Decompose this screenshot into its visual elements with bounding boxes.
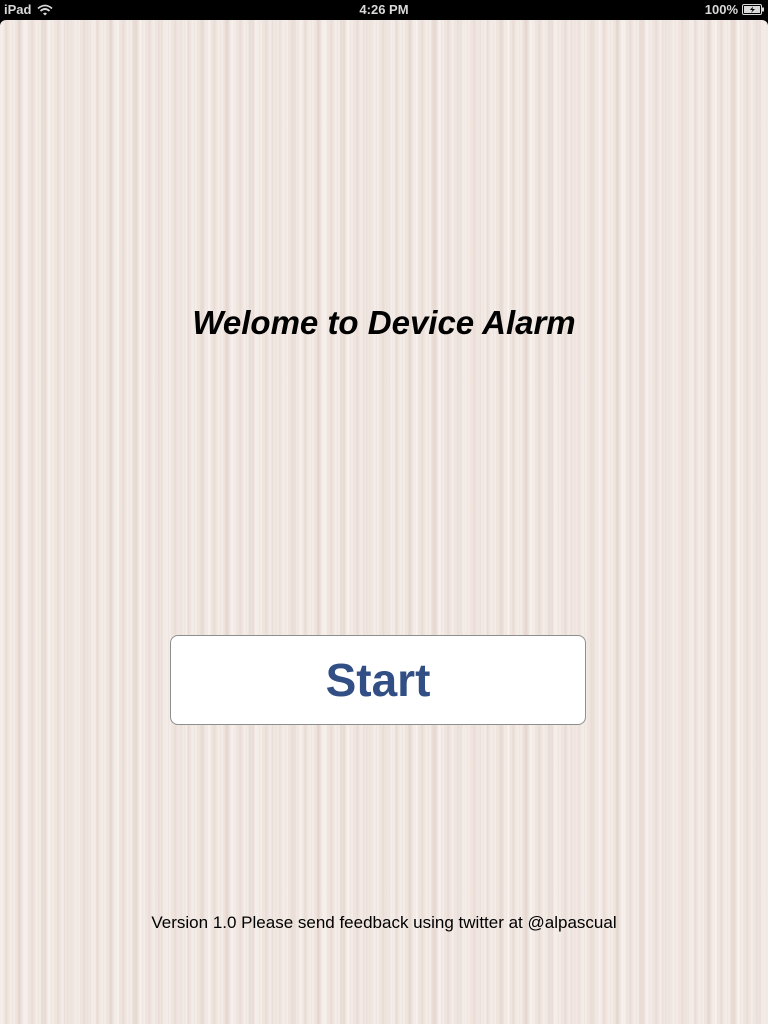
battery-charging-icon bbox=[742, 4, 764, 15]
status-time: 4:26 PM bbox=[359, 2, 409, 17]
start-button[interactable]: Start bbox=[170, 635, 586, 725]
status-right: 100% bbox=[705, 2, 764, 17]
battery-percent: 100% bbox=[704, 2, 738, 17]
app-screen: Welome to Device Alarm Start Version 1.0… bbox=[0, 20, 768, 1024]
version-footer: Version 1.0 Please send feedback using t… bbox=[151, 913, 617, 932]
welcome-title: Welome to Device Alarm bbox=[192, 304, 576, 341]
status-bar: iPad 4:26 PM 100% bbox=[0, 0, 768, 20]
